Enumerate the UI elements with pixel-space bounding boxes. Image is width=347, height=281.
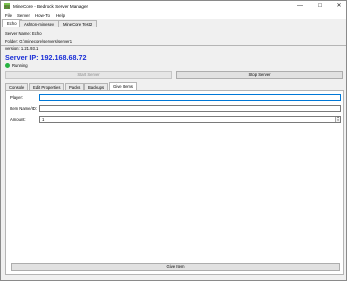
amount-spinbox[interactable]: 1 ▲ ▼ [39, 116, 341, 123]
tab-server-minecore-test2[interactable]: MineCore Test2 [58, 20, 98, 27]
tab-packs[interactable]: Packs [65, 83, 85, 90]
tab-backups[interactable]: Backups [84, 83, 109, 90]
server-ip: Server IP: 192.168.68.72 [5, 53, 87, 62]
amount-value: 1 [42, 117, 45, 122]
give-items-panel: Player: Item Name/ID: Amount: 1 ▲ ▼ Give … [5, 90, 344, 275]
server-tabs: Echo Ashton-minesev MineCore Test2 [1, 19, 346, 46]
minecore-app-icon [4, 3, 10, 9]
server-tabs-divider [1, 44, 346, 46]
item-name-input[interactable] [39, 105, 341, 112]
window-title: MineCore - Bedrock Server Manager [13, 3, 89, 9]
menu-bar: File Server How-To Help [1, 11, 346, 19]
tab-console[interactable]: Console [5, 83, 29, 90]
player-label: Player: [10, 95, 24, 100]
server-version: version: 1.21.93.1 [5, 46, 39, 51]
player-input[interactable] [39, 94, 341, 101]
server-name: Server Name: Echo [5, 31, 42, 36]
tab-server-ashton-minesev[interactable]: Ashton-minesev [19, 20, 60, 27]
give-item-button[interactable]: Give Item [11, 263, 340, 271]
main-window: MineCore - Bedrock Server Manager — ☐ ✕ … [0, 0, 347, 281]
tab-edit-properties[interactable]: Edit Properties [29, 83, 65, 90]
close-button[interactable]: ✕ [332, 1, 346, 11]
detail-tabs: Console Edit Properties Packs Backups Gi… [5, 82, 343, 90]
stop-server-button[interactable]: Stop Server [176, 71, 343, 79]
maximize-button[interactable]: ☐ [313, 1, 327, 11]
spinner-arrows-icon[interactable]: ▲ ▼ [335, 116, 340, 122]
menu-server[interactable]: Server [17, 13, 30, 18]
menu-file[interactable]: File [5, 13, 12, 18]
menu-how-to[interactable]: How-To [35, 13, 50, 18]
server-folder: Folder: G:\minecore\servers\server1 [5, 38, 73, 44]
title-bar: MineCore - Bedrock Server Manager — ☐ ✕ [1, 1, 346, 11]
item-name-label: Item Name/ID: [10, 106, 37, 111]
menu-help[interactable]: Help [56, 13, 65, 18]
start-server-button[interactable]: Start Server [5, 71, 172, 79]
server-status: Running [12, 63, 28, 68]
amount-label: Amount: [10, 117, 26, 122]
status-indicator-icon [5, 63, 10, 68]
tab-give-items[interactable]: Give Items [109, 82, 138, 90]
minimize-button[interactable]: — [293, 1, 307, 11]
